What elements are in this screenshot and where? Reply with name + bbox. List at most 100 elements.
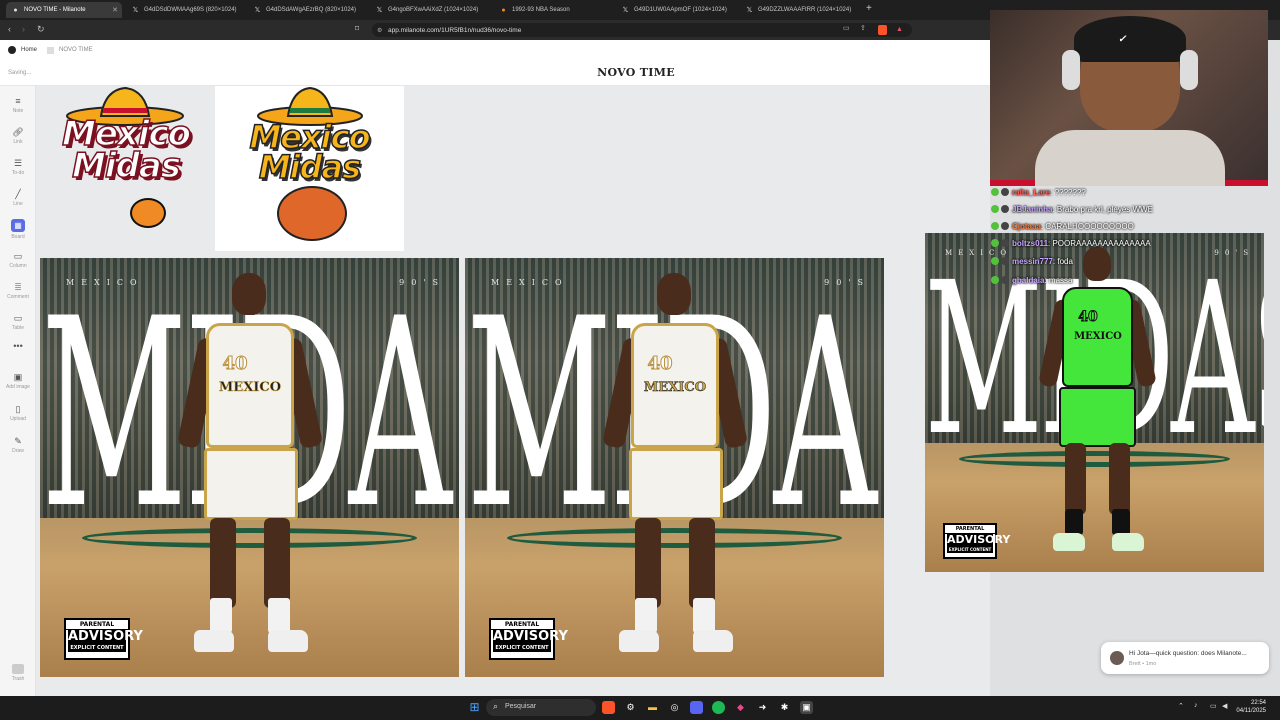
comment-icon: ≣ — [14, 282, 22, 292]
sub-badge-icon — [991, 205, 999, 213]
chat-user: JBJaninha — [1012, 205, 1053, 214]
tab-image-2[interactable]: 𝕏 G4dDSdAWgAEzrBQ (820×1024) — [248, 2, 366, 18]
tool-comment[interactable]: ≣ Comment — [0, 282, 36, 300]
tool-note[interactable]: ≡ Note — [0, 96, 36, 114]
close-icon[interactable]: ✕ — [112, 6, 118, 14]
tab-label: 1992-93 NBA Season — [512, 7, 570, 13]
advisory-line-3: EXPLICIT CONTENT — [947, 546, 993, 553]
chat-message: messin777: foda — [991, 257, 1073, 266]
clock-time: 22:54 — [1250, 700, 1266, 706]
taskbar-search[interactable]: ⌕ Pesquisar — [486, 699, 596, 716]
logo-text: Mexico Midas — [46, 116, 206, 187]
url-text: app.milanote.com/1UR5fB1n/nud36/novo-tim… — [388, 26, 522, 34]
brave-rewards-icon[interactable]: ▲ — [896, 26, 903, 33]
share-icon[interactable]: ⇪ — [860, 24, 866, 32]
tool-label: Add image — [6, 384, 30, 390]
todo-icon: ☰ — [13, 158, 23, 168]
discord-icon[interactable] — [690, 701, 703, 714]
app-icon[interactable]: ➜ — [756, 701, 769, 714]
x-logo-icon: 𝕏 — [254, 6, 261, 14]
milanote-header: Home NOVO TIME Saving... NOVO TIME — [0, 40, 990, 86]
brave-shield-icon[interactable] — [878, 25, 887, 35]
tool-upload[interactable]: ▯ Upload — [0, 404, 36, 422]
tool-draw[interactable]: ✎ Draw — [0, 436, 36, 454]
bookmark-icon[interactable]: ⌑ — [355, 24, 359, 33]
poster-card-1[interactable]: MEXICO 90'S MIDAS 40 MEXICO PARENTAL ADV… — [40, 258, 459, 677]
tool-add-image[interactable]: ▣ Add image — [0, 372, 36, 390]
tool-board[interactable]: ▦ Board — [0, 219, 36, 240]
chat-user: ralta_Lare — [1012, 188, 1051, 197]
headphone-right-icon — [1180, 50, 1198, 90]
tab-image-1[interactable]: 𝕏 G4dDSdDWMAAg69S (820×1024) — [126, 2, 244, 18]
tool-column[interactable]: ▭ Column — [0, 251, 36, 269]
breadcrumb-board[interactable]: NOVO TIME — [59, 47, 93, 53]
site-info-icon[interactable]: ⚙ — [377, 27, 382, 34]
board-icon — [47, 46, 55, 54]
install-app-icon[interactable]: ▭ — [843, 24, 850, 32]
app-icon[interactable]: ◎ — [668, 701, 681, 714]
jersey-number: 40 — [1078, 309, 1098, 326]
network-icon[interactable]: ▭ — [1210, 702, 1217, 710]
chat-text: CARALHOOOOOOOOO — [1045, 222, 1134, 231]
logo-line-2: Midas — [71, 146, 182, 187]
tool-todo[interactable]: ☰ To-do — [0, 158, 36, 176]
poster-card-3[interactable]: MEXICO 90'S MIDAS 40 MEXICO PARENTAL ADV… — [925, 233, 1264, 572]
tab-image-4[interactable]: 𝕏 G49D1UW0AApmOF (1024×1024) — [616, 2, 734, 18]
x-logo-icon: 𝕏 — [132, 6, 139, 14]
forward-icon[interactable]: › — [22, 24, 25, 34]
tool-label: To-do — [11, 170, 25, 176]
logo-line-2: Midas — [258, 148, 362, 187]
taskbar-clock[interactable]: 22:54 04/11/2025 — [1236, 699, 1266, 715]
tool-more[interactable]: ••• — [0, 341, 36, 353]
trash-button[interactable]: Trash — [0, 664, 36, 682]
app-icon[interactable]: ✱ — [778, 701, 791, 714]
tab-milanote[interactable]: ● NOVO TIME - Milanote ✕ — [6, 2, 122, 18]
logo-card-1[interactable]: Mexico Midas — [40, 86, 210, 246]
breadcrumb: Home NOVO TIME — [8, 46, 93, 54]
parental-advisory-label: PARENTAL ADVISORY EXPLICIT CONTENT — [64, 618, 143, 660]
jersey-name: MEXICO — [643, 380, 707, 396]
app-icon[interactable]: ◆ — [734, 701, 747, 714]
volume-icon[interactable]: ◀ — [1222, 702, 1227, 710]
breadcrumb-home[interactable]: Home — [21, 47, 37, 53]
microphone-icon[interactable]: ♪ — [1194, 702, 1198, 709]
chevron-up-icon[interactable]: ⌃ — [1178, 702, 1184, 710]
tab-nba-season[interactable]: ● 1992-93 NBA Season — [494, 2, 612, 18]
tab-image-3[interactable]: 𝕏 G4ngoBFXwAAiXdZ (1024×1024) — [370, 2, 488, 18]
logo-card-2[interactable]: Mexico Midas — [215, 86, 404, 251]
tool-link[interactable]: 🔗︎ Link — [0, 127, 36, 145]
tool-line[interactable]: ╱ Line — [0, 189, 36, 207]
tab-image-5[interactable]: 𝕏 G49DZZLWAAAFtRR (1024×1024) — [740, 2, 860, 18]
milanote-icon: ● — [13, 6, 18, 14]
app-icon[interactable]: ▣ — [800, 701, 813, 714]
chat-text: Brabo pra krl, pleyes WWE — [1056, 205, 1153, 214]
url-field[interactable]: ⚙ app.milanote.com/1UR5fB1n/nud36/novo-t… — [372, 23, 912, 37]
windows-start-icon[interactable]: ⊞ — [468, 701, 481, 714]
chat-message: gbaldaia: massa — [991, 276, 1072, 285]
sub-badge-icon — [991, 239, 999, 247]
spotify-icon[interactable] — [712, 701, 725, 714]
tool-sidebar: ≡ Note 🔗︎ Link ☰ To-do ╱ Line ▦ Board ▭ Column… — [0, 86, 36, 696]
user-badge-icon — [1001, 239, 1009, 247]
back-icon[interactable]: ‹ — [8, 24, 11, 34]
chat-notification[interactable]: Hi Jota—quick question: does Milanote...… — [1101, 642, 1269, 674]
nike-logo-icon: ✓ — [1118, 34, 1127, 45]
poster-card-2[interactable]: MEXICO 90'S MIDAS 40 MEXICO PARENTAL ADV… — [465, 258, 884, 677]
brave-browser-icon[interactable] — [602, 701, 615, 714]
advisory-line-3: EXPLICIT CONTENT — [493, 644, 551, 652]
tool-label: Board — [11, 234, 25, 240]
streamer-shirt — [1035, 130, 1225, 186]
tool-table[interactable]: ▭ Table — [0, 313, 36, 331]
file-explorer-icon[interactable]: ▬ — [646, 701, 659, 714]
advisory-line-2: ADVISORY — [68, 629, 143, 644]
settings-icon[interactable]: ⚙ — [624, 701, 637, 714]
chat-text: foda — [1057, 257, 1073, 266]
tool-label: Comment — [7, 294, 29, 300]
user-badge-icon — [1001, 188, 1009, 196]
new-tab-icon[interactable]: + — [866, 3, 872, 14]
tool-label: Table — [12, 325, 24, 331]
sub-badge-icon — [991, 276, 999, 284]
tool-label: Line — [13, 201, 23, 207]
reload-icon[interactable]: ↻ — [37, 24, 45, 35]
sub-badge-icon — [991, 257, 999, 265]
